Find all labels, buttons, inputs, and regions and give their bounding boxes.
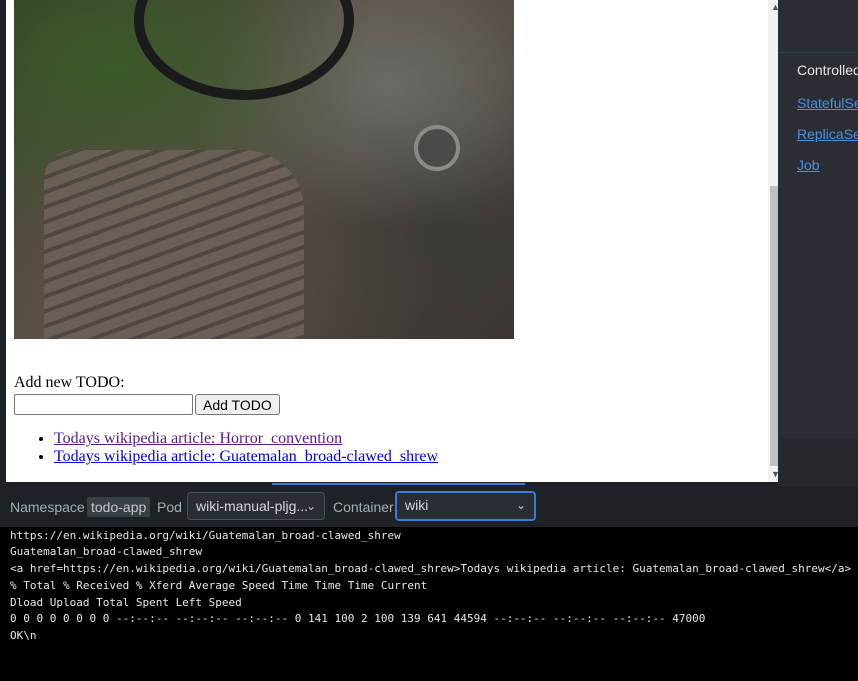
terminal-line: Dload Upload Total Spent Left Speed (10, 596, 242, 609)
gauge-shape (414, 125, 460, 171)
todo-input[interactable] (14, 394, 193, 415)
statefulset-link[interactable]: StatefulSet (797, 95, 858, 111)
terminal-line: <a href=https://en.wikipedia.org/wiki/Gu… (10, 562, 852, 575)
controlled-by-panel: Controlled StatefulSet ReplicaSet Job (778, 0, 858, 438)
terminal-line: Guatemalan_broad-clawed_shrew (10, 545, 203, 558)
pod-label: Pod (157, 499, 182, 515)
replicaset-link[interactable]: ReplicaSet (797, 126, 858, 142)
scrollbar-thumb[interactable] (770, 186, 778, 466)
todo-link[interactable]: Todays wikipedia article: Horror_convent… (54, 430, 342, 447)
log-toolbar: Namespace todo-app Pod wiki-manual-pljg.… (0, 486, 858, 527)
todo-app-image (14, 0, 514, 339)
controlled-by-heading: Controlled (797, 62, 858, 78)
panel-divider (778, 52, 858, 53)
terminal-line: OK\n (10, 629, 37, 642)
job-link[interactable]: Job (797, 157, 820, 173)
steering-wheel-shape (134, 0, 354, 100)
container-select-value: wiki (405, 497, 429, 513)
seat-shape (44, 150, 304, 339)
chevron-down-icon: ⌄ (305, 499, 316, 513)
todo-app-webview: Add new TODO: Add TODO Todays wikipedia … (6, 0, 778, 482)
container-select[interactable]: wiki ⌄ (395, 491, 536, 521)
list-item: Todays wikipedia article: Horror_convent… (54, 430, 438, 448)
namespace-label: Namespace (10, 499, 85, 515)
vertical-scrollbar[interactable]: ▲ ▼ (768, 0, 778, 482)
chevron-down-icon: ⌄ (515, 498, 526, 512)
scroll-down-arrow-icon[interactable]: ▼ (768, 467, 778, 482)
todo-list: Todays wikipedia article: Horror_convent… (14, 430, 438, 466)
add-todo-label: Add new TODO: (14, 374, 125, 391)
add-todo-button[interactable]: Add TODO (195, 394, 280, 415)
scroll-up-arrow-icon[interactable]: ▲ (768, 0, 778, 15)
active-tab-indicator (272, 483, 525, 485)
namespace-chip: todo-app (87, 497, 151, 517)
list-item: Todays wikipedia article: Guatemalan_bro… (54, 448, 438, 466)
todo-link[interactable]: Todays wikipedia article: Guatemalan_bro… (54, 448, 438, 465)
panel-band (778, 438, 858, 488)
pod-select-value: wiki-manual-pljg... (196, 498, 309, 514)
terminal-line: 0 0 0 0 0 0 0 0 --:--:-- --:--:-- --:--:… (10, 612, 706, 625)
pod-select[interactable]: wiki-manual-pljg... ⌄ (187, 492, 325, 520)
container-label: Container (333, 499, 394, 515)
log-terminal[interactable]: https://en.wikipedia.org/wiki/Guatemalan… (0, 527, 858, 681)
terminal-line: https://en.wikipedia.org/wiki/Guatemalan… (10, 529, 401, 542)
terminal-line: % Total % Received % Xferd Average Speed… (10, 579, 428, 592)
